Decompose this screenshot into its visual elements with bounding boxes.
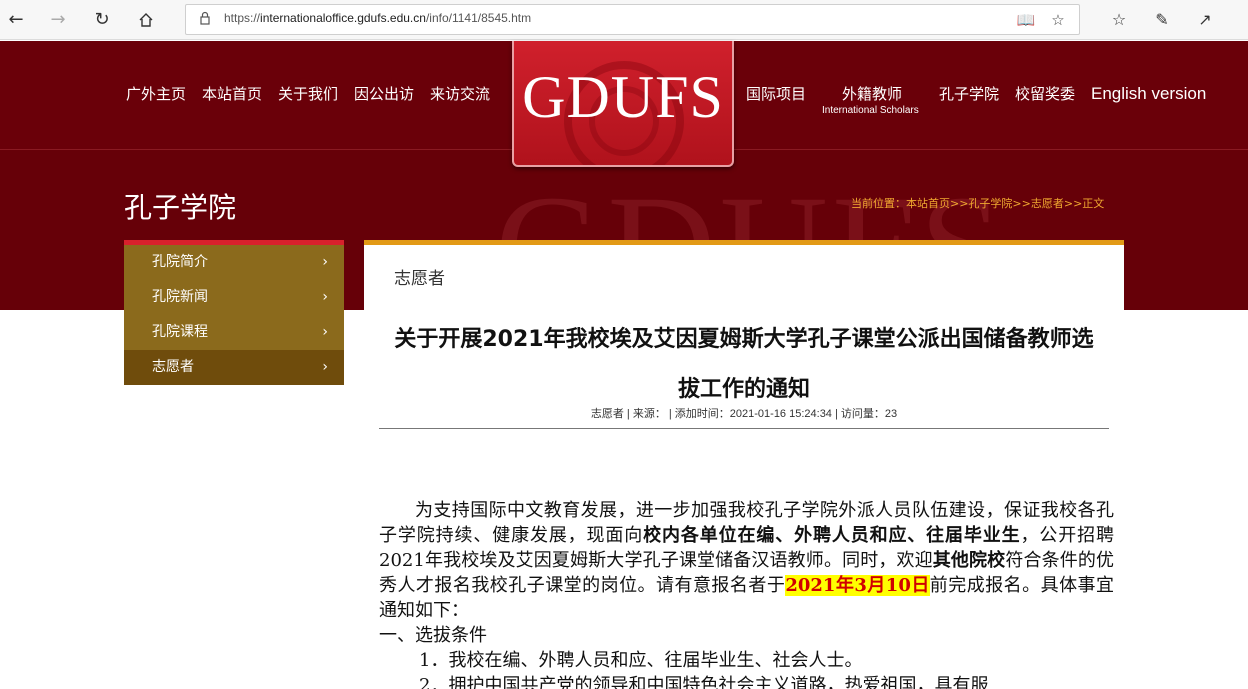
nav-about-us[interactable]: 关于我们 [278,84,338,104]
sidebar-item-courses[interactable]: 孔院课程 › [124,315,344,350]
nav-international-programs[interactable]: 国际项目 [746,84,806,104]
favorite-star-icon[interactable]: ☆ [1048,10,1068,30]
list-item: 2．拥护中国共产党的领导和中国特色社会主义道路，热爱祖国，具有服 [419,675,989,689]
sidebar: 孔院简介 › 孔院新闻 › 孔院课程 › 志愿者 › [124,240,344,385]
deadline-highlight: 2021年3月10日 [785,575,930,596]
article-panel: 志愿者 关于开展2021年我校埃及艾因夏姆斯大学孔子课堂公派出国储备教师选拔工作… [364,240,1124,689]
sidebar-item-intro[interactable]: 孔院简介 › [124,245,344,280]
home-icon[interactable] [134,8,158,32]
paragraph: 为支持国际中文教育发展，进一步加强我校孔子学院外派人员队伍建设，保证我校各孔子学… [379,500,1115,621]
lock-icon [200,11,210,25]
nav-official-visits[interactable]: 因公出访 [354,84,414,104]
favorites-list-icon[interactable]: ☆ [1107,8,1131,32]
nav-foreign-teachers[interactable]: 外籍教师 [842,84,902,104]
nav-site-home[interactable]: 本站首页 [202,84,262,104]
breadcrumb[interactable]: 当前位置：本站首页>>孔子学院>>志愿者>>正文 [851,195,1104,211]
browser-toolbar: ← → ↻ https://internationaloffice.gdufs.… [0,0,1248,40]
chevron-right-icon: › [322,289,328,305]
address-bar[interactable]: https://internationaloffice.gdufs.edu.cn… [185,4,1080,35]
chevron-right-icon: › [322,359,328,375]
logo-text: GDUFS [522,64,724,130]
nav-confucius-institute[interactable]: 孔子学院 [939,84,999,104]
share-icon[interactable]: ↗ [1193,8,1217,32]
nav-gdufs-home[interactable]: 广外主页 [126,84,186,104]
sidebar-item-news[interactable]: 孔院新闻 › [124,280,344,315]
back-icon[interactable]: ← [4,8,28,32]
section-title: 孔子学院 [124,191,237,224]
article-body: 为支持国际中文教育发展，进一步加强我校孔子学院外派人员队伍建设，保证我校各孔子学… [379,498,1114,689]
sidebar-item-label: 孔院新闻 [152,289,208,305]
sidebar-item-label: 孔院简介 [152,254,208,270]
url-text: https://internationaloffice.gdufs.edu.cn… [224,11,532,25]
chevron-right-icon: › [322,324,328,340]
reading-view-icon[interactable]: 📖 [1016,10,1036,30]
nav-visiting-exchange[interactable]: 来访交流 [430,84,490,104]
category-label: 志愿者 [394,269,445,289]
refresh-icon[interactable]: ↻ [90,8,114,32]
article-title: 关于开展2021年我校埃及艾因夏姆斯大学孔子课堂公派出国储备教师选拔工作的通知 [394,327,1094,402]
section-heading: 一、选拔条件 [379,625,487,646]
sidebar-item-label: 孔院课程 [152,324,208,340]
nav-scholarship-committee[interactable]: 校留奖委 [1015,84,1075,104]
sidebar-item-label: 志愿者 [152,359,194,375]
gdufs-logo[interactable]: GDUFS [512,41,734,167]
forward-icon[interactable]: → [46,8,70,32]
chevron-right-icon: › [322,254,328,270]
pen-icon[interactable]: ✎ [1150,8,1174,32]
sidebar-item-volunteers[interactable]: 志愿者 › [124,350,344,385]
list-item: 1．我校在编、外聘人员和应、往届毕业生、社会人士。 [419,650,863,671]
divider [379,428,1109,429]
nav-english-version[interactable]: English version [1091,84,1206,104]
nav-foreign-teachers-sub[interactable]: International Scholars [822,105,919,116]
article-meta: 志愿者 | 来源： | 添加时间：2021-01-16 15:24:34 | 访… [590,408,898,420]
